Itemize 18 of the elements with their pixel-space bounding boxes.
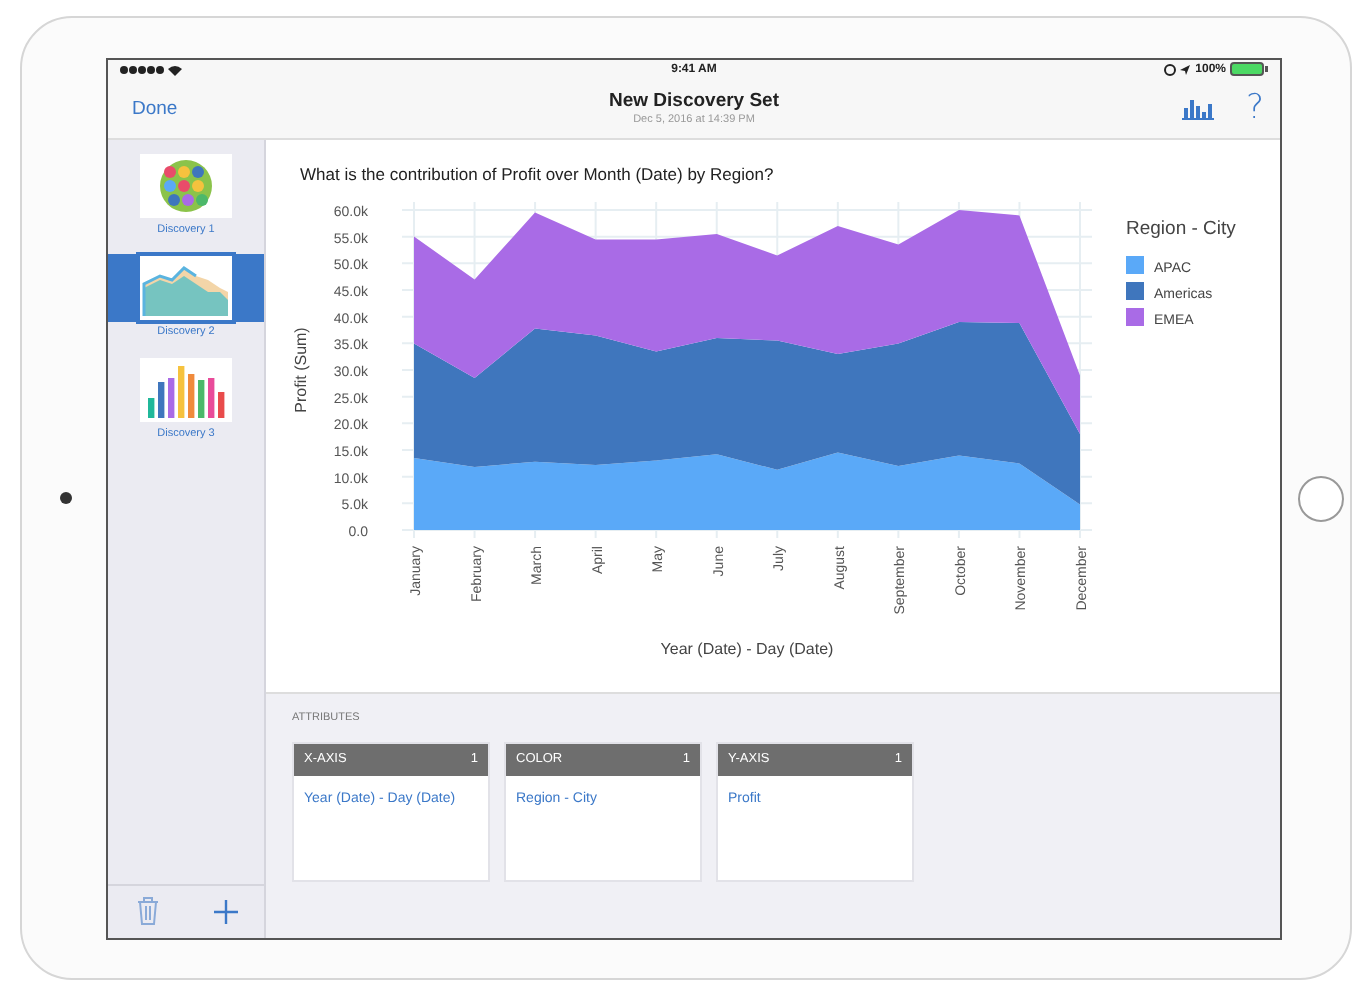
chart-question: What is the contribution of Profit over Month (Date) by Region? <box>300 163 776 183</box>
bar-chart-thumbnail <box>140 357 232 421</box>
window-title: New Discovery Set <box>609 90 779 112</box>
x-axis-title: Year (Date) - Day (Date) <box>660 639 834 657</box>
trash-icon[interactable] <box>135 896 159 926</box>
help-button[interactable]: ? <box>1245 88 1264 128</box>
y-axis-title: Profit (Sum) <box>292 326 310 412</box>
bar-chart-icon[interactable] <box>1181 96 1214 120</box>
battery-icon <box>1230 62 1270 76</box>
home-button[interactable] <box>1297 475 1343 521</box>
area-chart-thumbnail <box>140 255 232 319</box>
bubble-chart-thumbnail <box>140 153 232 217</box>
add-icon[interactable] <box>213 899 237 923</box>
done-button[interactable]: Done <box>132 97 178 119</box>
legend-title: Region - City <box>1126 217 1236 239</box>
signal-icon <box>118 63 186 75</box>
location-icon <box>1163 63 1192 75</box>
camera-icon <box>60 492 72 504</box>
